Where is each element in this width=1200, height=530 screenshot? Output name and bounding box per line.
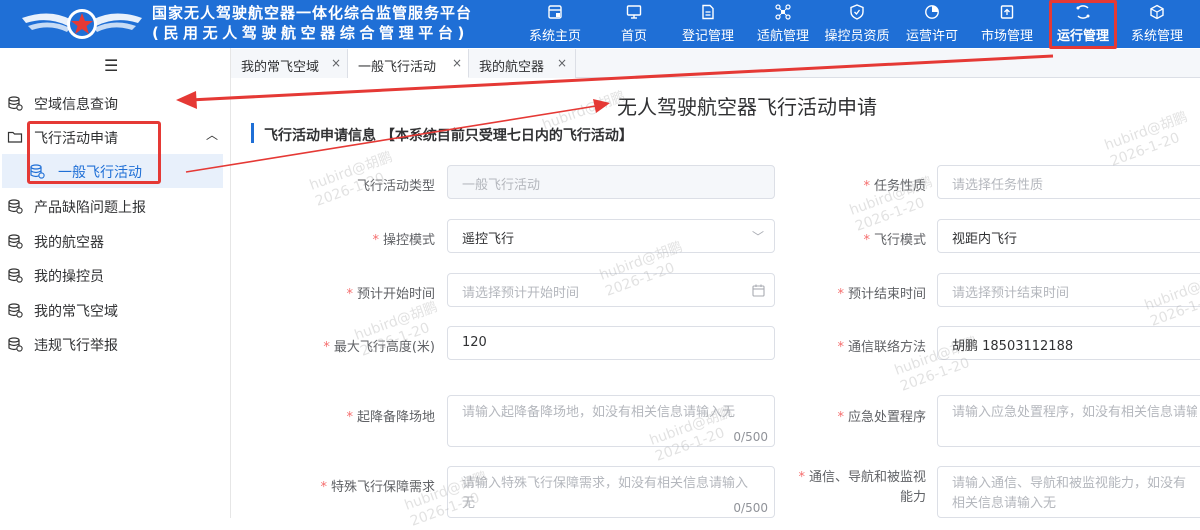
annotation-arrows	[176, 54, 1054, 173]
arrow-head-icon	[593, 99, 610, 113]
arrow-head-icon	[176, 91, 197, 109]
annotation-arrow-to-airspace	[189, 54, 1054, 102]
annotation-arrow-to-title	[185, 105, 597, 173]
